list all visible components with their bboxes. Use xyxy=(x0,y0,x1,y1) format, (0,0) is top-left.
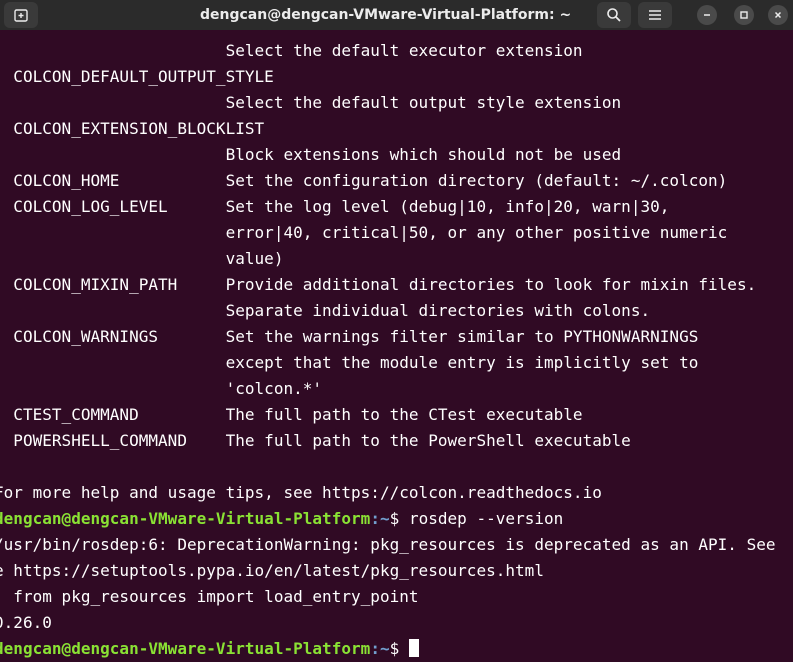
terminal-line: Block extensions which should not be use… xyxy=(0,142,793,168)
search-button[interactable] xyxy=(597,2,631,28)
window-title: dengcan@dengcan-VMware-Virtual-Platform:… xyxy=(200,7,572,23)
terminal-line: e https://setuptools.pypa.io/en/latest/p… xyxy=(0,558,793,584)
terminal-line: Separate individual directories with col… xyxy=(0,298,793,324)
output-text: Select the default executor extension xyxy=(0,41,583,60)
prompt-user-host: dengcan@dengcan-VMware-Virtual-Platform xyxy=(0,509,371,528)
terminal-output[interactable]: Select the default executor extension CO… xyxy=(0,38,793,658)
minimize-icon xyxy=(704,14,710,16)
output-text: Select the default output style extensio… xyxy=(0,93,622,112)
output-text: POWERSHELL_COMMAND The full path to the … xyxy=(0,431,631,450)
terminal-line: 0.26.0 xyxy=(0,610,793,636)
prompt-symbol: $ xyxy=(389,639,409,658)
prompt-path: :~ xyxy=(370,509,390,528)
output-text: value) xyxy=(0,249,284,268)
output-text: For more help and usage tips, see https:… xyxy=(0,483,602,502)
terminal-line: COLCON_EXTENSION_BLOCKLIST xyxy=(0,116,793,142)
maximize-button[interactable] xyxy=(734,5,754,25)
menu-button[interactable] xyxy=(638,2,672,28)
terminal-line: For more help and usage tips, see https:… xyxy=(0,480,793,506)
minimize-button[interactable] xyxy=(697,5,717,25)
terminal-line: /usr/bin/rosdep:6: DeprecationWarning: p… xyxy=(0,532,793,558)
output-text: COLCON_MIXIN_PATH Provide additional dir… xyxy=(0,275,757,294)
output-text: 0.26.0 xyxy=(0,613,52,632)
terminal-line: CTEST_COMMAND The full path to the CTest… xyxy=(0,402,793,428)
output-text: CTEST_COMMAND The full path to the CTest… xyxy=(0,405,583,424)
output-text: COLCON_WARNINGS Set the warnings filter … xyxy=(0,327,699,346)
output-text: COLCON_LOG_LEVEL Set the log level (debu… xyxy=(0,197,670,216)
prompt-symbol: $ xyxy=(389,509,409,528)
output-text: error|40, critical|50, or any other posi… xyxy=(0,223,728,242)
maximize-icon xyxy=(740,11,748,19)
output-text: Separate individual directories with col… xyxy=(0,301,651,320)
output-text: COLCON_EXTENSION_BLOCKLIST xyxy=(0,119,265,138)
new-tab-icon xyxy=(14,9,28,22)
terminal-line: from pkg_resources import load_entry_poi… xyxy=(0,584,793,610)
terminal-line: COLCON_HOME Set the configuration direct… xyxy=(0,168,793,194)
output-text: from pkg_resources import load_entry_poi… xyxy=(0,587,419,606)
close-icon xyxy=(774,11,782,19)
title-bar: dengcan@dengcan-VMware-Virtual-Platform:… xyxy=(0,0,793,30)
output-text: Block extensions which should not be use… xyxy=(0,145,622,164)
terminal-line: COLCON_LOG_LEVEL Set the log level (debu… xyxy=(0,194,793,220)
output-text: COLCON_DEFAULT_OUTPUT_STYLE xyxy=(0,67,274,86)
terminal-line: COLCON_MIXIN_PATH Provide additional dir… xyxy=(0,272,793,298)
close-button[interactable] xyxy=(768,5,788,25)
terminal-line: error|40, critical|50, or any other posi… xyxy=(0,220,793,246)
output-text: 'colcon.*' xyxy=(0,379,323,398)
output-text: except that the module entry is implicit… xyxy=(0,353,699,372)
prompt-line: dengcan@dengcan-VMware-Virtual-Platform:… xyxy=(0,636,793,662)
output-text: COLCON_HOME Set the configuration direct… xyxy=(0,171,728,190)
output-text: e https://setuptools.pypa.io/en/latest/p… xyxy=(0,561,544,580)
output-text: /usr/bin/rosdep:6: DeprecationWarning: p… xyxy=(0,535,776,554)
search-icon xyxy=(607,8,621,22)
new-tab-button[interactable] xyxy=(4,2,38,28)
terminal-line: POWERSHELL_COMMAND The full path to the … xyxy=(0,428,793,454)
prompt-line: dengcan@dengcan-VMware-Virtual-Platform:… xyxy=(0,506,793,532)
prompt-user-host: dengcan@dengcan-VMware-Virtual-Platform xyxy=(0,639,371,658)
text-cursor xyxy=(408,639,419,657)
terminal-line: 'colcon.*' xyxy=(0,376,793,402)
prompt-path: :~ xyxy=(370,639,390,658)
terminal-line: COLCON_WARNINGS Set the warnings filter … xyxy=(0,324,793,350)
command-text: rosdep --version xyxy=(408,509,564,528)
hamburger-menu-icon xyxy=(649,10,661,20)
terminal-line: value) xyxy=(0,246,793,272)
terminal-line: COLCON_DEFAULT_OUTPUT_STYLE xyxy=(0,64,793,90)
terminal-line: Select the default output style extensio… xyxy=(0,90,793,116)
terminal-line: except that the module entry is implicit… xyxy=(0,350,793,376)
terminal-line: Select the default executor extension xyxy=(0,38,793,64)
